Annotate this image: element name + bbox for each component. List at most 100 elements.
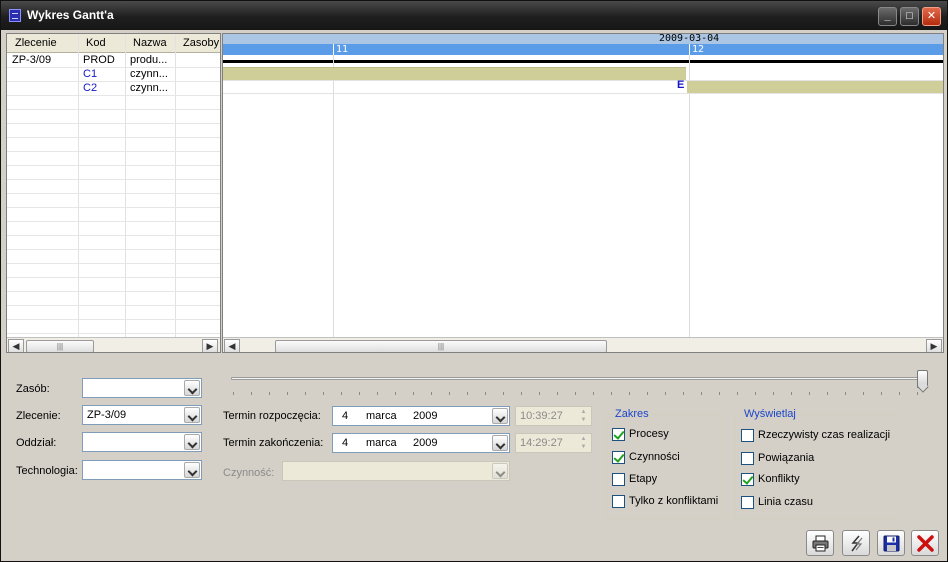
refresh-button[interactable] bbox=[842, 530, 870, 556]
column-header-kod[interactable]: Kod bbox=[86, 37, 106, 49]
lightning-icon bbox=[851, 535, 863, 552]
spin-up-icon[interactable]: ▲ bbox=[577, 435, 590, 443]
procesy-label[interactable]: Procesy bbox=[629, 428, 669, 440]
tylko-z-konfliktami-checkbox[interactable] bbox=[612, 495, 625, 508]
scroll-left-icon[interactable]: ◀ bbox=[224, 339, 240, 352]
gantt-window: Wykres Gantt'a _ □ ✕ Zlecenie Kod Nazwa … bbox=[0, 0, 948, 562]
table-row-kod[interactable]: C1 bbox=[83, 68, 97, 80]
orders-grid: Zlecenie Kod Nazwa Zasoby ZP-3/09 PROD p… bbox=[6, 33, 221, 353]
scroll-left-icon[interactable]: ◀ bbox=[8, 339, 24, 352]
title-bar[interactable]: Wykres Gantt'a _ □ ✕ bbox=[1, 1, 947, 30]
technologia-select[interactable] bbox=[82, 460, 202, 480]
gantt-horizontal-scrollbar[interactable]: ◀ ||| ▶ bbox=[223, 337, 943, 352]
spin-down-icon[interactable]: ▼ bbox=[577, 416, 590, 424]
scroll-right-icon[interactable]: ▶ bbox=[202, 339, 218, 352]
etapy-label[interactable]: Etapy bbox=[629, 473, 657, 485]
close-window-button[interactable]: ✕ bbox=[922, 7, 941, 26]
procesy-checkbox[interactable] bbox=[612, 428, 625, 441]
hour-gridline bbox=[333, 55, 334, 337]
rzeczywisty-czas-label[interactable]: Rzeczywisty czas realizacji bbox=[758, 429, 890, 441]
scroll-thumb[interactable]: ||| bbox=[275, 340, 607, 352]
konflikty-label[interactable]: Konflikty bbox=[758, 473, 800, 485]
gantt-date-label: 2009-03-04 bbox=[659, 33, 720, 44]
close-button[interactable] bbox=[911, 530, 939, 556]
end-year: 2009 bbox=[413, 437, 438, 449]
time-slider-track[interactable] bbox=[231, 377, 925, 380]
chevron-down-icon[interactable] bbox=[492, 435, 508, 451]
zlecenie-select-value: ZP-3/09 bbox=[87, 409, 127, 421]
close-icon: ✕ bbox=[926, 10, 937, 22]
maximize-button[interactable]: □ bbox=[900, 7, 919, 26]
start-time-spinner[interactable]: 10:39:27 ▲ ▼ bbox=[515, 406, 592, 426]
minimize-button[interactable]: _ bbox=[878, 7, 897, 26]
column-header-zlecenie[interactable]: Zlecenie bbox=[15, 37, 57, 49]
powiazania-checkbox[interactable] bbox=[741, 452, 754, 465]
czynnosc-select[interactable] bbox=[282, 461, 510, 481]
scroll-right-icon[interactable]: ▶ bbox=[926, 339, 942, 352]
gantt-date-header: 2009-03-04 bbox=[223, 33, 943, 44]
column-header-nazwa[interactable]: Nazwa bbox=[133, 37, 167, 49]
start-date-picker[interactable]: 4 marca 2009 bbox=[332, 406, 510, 426]
task-bar-c2[interactable] bbox=[687, 80, 943, 93]
etapy-checkbox[interactable] bbox=[612, 473, 625, 486]
conflict-marker[interactable]: E bbox=[677, 79, 684, 91]
zasob-select[interactable] bbox=[82, 378, 202, 398]
zlecenie-select[interactable]: ZP-3/09 bbox=[82, 405, 202, 425]
table-row-nazwa[interactable]: czynn... bbox=[130, 68, 174, 80]
technologia-label: Technologia: bbox=[16, 465, 78, 477]
table-row-nazwa[interactable]: produ... bbox=[130, 54, 174, 66]
save-button[interactable] bbox=[877, 530, 905, 556]
maximize-icon: □ bbox=[906, 10, 913, 22]
time-slider-thumb[interactable] bbox=[917, 370, 928, 388]
linia-czasu-checkbox[interactable] bbox=[741, 496, 754, 509]
chevron-down-icon[interactable] bbox=[184, 380, 200, 396]
gantt-hour-label: 11 bbox=[336, 44, 349, 55]
start-date-label: Termin rozpoczęcia: bbox=[223, 410, 321, 422]
tylko-z-konfliktami-label[interactable]: Tylko z konfliktami bbox=[629, 495, 718, 507]
task-bar-c1[interactable] bbox=[223, 67, 686, 80]
close-x-icon bbox=[917, 535, 934, 552]
table-row-nazwa[interactable]: czynn... bbox=[130, 82, 174, 94]
powiazania-label[interactable]: Powiązania bbox=[758, 452, 814, 464]
gantt-hour-label: 12 bbox=[692, 44, 705, 55]
hour-gridline bbox=[689, 55, 690, 337]
column-header-zasoby[interactable]: Zasoby bbox=[183, 37, 219, 49]
grid-header: Zlecenie Kod Nazwa Zasoby bbox=[7, 34, 220, 53]
start-day: 4 bbox=[342, 410, 349, 422]
gantt-chart[interactable]: 2009-03-04 11 12 E ◀ ||| ▶ bbox=[222, 33, 944, 353]
czynnosc-label: Czynność: bbox=[223, 467, 275, 479]
spin-up-icon[interactable]: ▲ bbox=[577, 408, 590, 416]
process-bar[interactable] bbox=[223, 60, 943, 63]
floppy-icon bbox=[883, 535, 900, 552]
table-row-kod[interactable]: C2 bbox=[83, 82, 97, 94]
chevron-down-icon[interactable] bbox=[492, 408, 508, 424]
chevron-down-icon[interactable] bbox=[184, 434, 200, 450]
oddzial-label: Oddział: bbox=[16, 437, 57, 449]
minimize-icon: _ bbox=[884, 10, 891, 22]
left-horizontal-scrollbar[interactable]: ◀ ||| ▶ bbox=[7, 337, 220, 352]
printer-icon bbox=[812, 535, 829, 552]
end-date-picker[interactable]: 4 marca 2009 bbox=[332, 433, 510, 453]
chevron-down-icon[interactable] bbox=[492, 463, 508, 479]
gantt-hour-header: 11 12 bbox=[223, 44, 943, 55]
start-time-value: 10:39:27 bbox=[520, 410, 563, 422]
end-time-spinner[interactable]: 14:29:27 ▲ ▼ bbox=[515, 433, 592, 453]
linia-czasu-label[interactable]: Linia czasu bbox=[758, 496, 813, 508]
end-day: 4 bbox=[342, 437, 349, 449]
start-year: 2009 bbox=[413, 410, 438, 422]
print-button[interactable] bbox=[806, 530, 834, 556]
scroll-thumb[interactable]: ||| bbox=[26, 340, 94, 352]
spin-down-icon[interactable]: ▼ bbox=[577, 443, 590, 451]
czynnosci-label[interactable]: Czynności bbox=[629, 451, 680, 463]
chevron-down-icon[interactable] bbox=[184, 407, 200, 423]
table-row-kod[interactable]: PROD bbox=[83, 54, 115, 66]
zasob-label: Zasób: bbox=[16, 383, 50, 395]
chevron-down-icon[interactable] bbox=[184, 462, 200, 478]
oddzial-select[interactable] bbox=[82, 432, 202, 452]
end-date-label: Termin zakończenia: bbox=[223, 437, 324, 449]
table-row-zlecenie[interactable]: ZP-3/09 bbox=[12, 54, 51, 66]
czynnosci-checkbox[interactable] bbox=[612, 451, 625, 464]
rzeczywisty-czas-checkbox[interactable] bbox=[741, 429, 754, 442]
konflikty-checkbox[interactable] bbox=[741, 473, 754, 486]
wyswietlaj-group-title: Wyświetlaj bbox=[742, 408, 798, 420]
